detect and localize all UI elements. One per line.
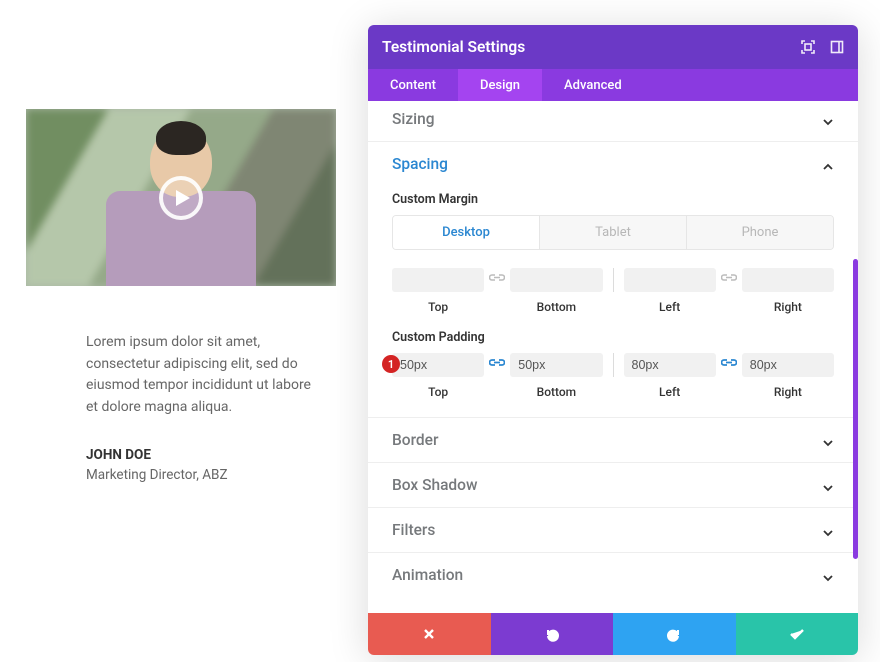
- padding-row: 1 Top Bottom Left: [392, 353, 834, 399]
- testimonial-role: Marketing Director, ABZ: [26, 463, 336, 483]
- label-bottom: Bottom: [537, 300, 577, 314]
- link-icon[interactable]: [718, 268, 740, 292]
- section-spacing[interactable]: Spacing: [368, 141, 858, 186]
- settings-panel: Testimonial Settings Content Design Adva…: [368, 25, 858, 655]
- cancel-button[interactable]: [368, 613, 491, 655]
- panel-body: Sizing Spacing Custom Margin Desktop Tab…: [368, 101, 858, 613]
- link-icon[interactable]: [486, 268, 508, 292]
- label-bottom: Bottom: [537, 385, 577, 399]
- label-right: Right: [774, 385, 802, 399]
- panel-title: Testimonial Settings: [382, 38, 525, 56]
- section-title-filters: Filters: [392, 521, 435, 539]
- chevron-down-icon: [822, 524, 834, 536]
- chevron-down-icon: [822, 113, 834, 125]
- chevron-down-icon: [822, 479, 834, 491]
- section-title-spacing: Spacing: [392, 155, 448, 173]
- margin-right-input[interactable]: [742, 268, 834, 292]
- margin-left-input[interactable]: [624, 268, 716, 292]
- padding-right-input[interactable]: [742, 353, 834, 377]
- custom-padding-label: Custom Padding: [392, 330, 834, 345]
- section-sizing[interactable]: Sizing: [368, 101, 858, 141]
- margin-bottom-input[interactable]: [510, 268, 602, 292]
- redo-button[interactable]: [613, 613, 736, 655]
- expand-icon[interactable]: [800, 40, 815, 55]
- custom-margin-label: Custom Margin: [392, 192, 834, 207]
- padding-top-input[interactable]: [392, 353, 484, 377]
- label-top: Top: [428, 385, 448, 399]
- chevron-down-icon: [822, 569, 834, 581]
- step-badge: 1: [382, 355, 400, 373]
- device-tabs: Desktop Tablet Phone: [392, 215, 834, 250]
- section-border[interactable]: Border: [368, 417, 858, 462]
- tab-advanced[interactable]: Advanced: [542, 69, 644, 101]
- margin-top-input[interactable]: [392, 268, 484, 292]
- label-left: Left: [659, 385, 680, 399]
- chevron-down-icon: [822, 434, 834, 446]
- spacing-controls: Custom Margin Desktop Tablet Phone Top B…: [368, 192, 858, 417]
- testimonial-author: JOHN DOE: [26, 419, 336, 463]
- link-icon[interactable]: [718, 353, 740, 377]
- chevron-up-icon: [822, 158, 834, 170]
- device-tab-tablet[interactable]: Tablet: [539, 216, 686, 249]
- testimonial-preview: Lorem ipsum dolor sit amet, consectetur …: [26, 109, 336, 483]
- save-button[interactable]: [736, 613, 859, 655]
- section-animation[interactable]: Animation: [368, 552, 858, 597]
- section-title-box-shadow: Box Shadow: [392, 476, 477, 494]
- section-title-sizing: Sizing: [392, 110, 435, 128]
- section-title-border: Border: [392, 431, 438, 449]
- padding-left-input[interactable]: [624, 353, 716, 377]
- device-tab-desktop[interactable]: Desktop: [393, 216, 539, 249]
- label-top: Top: [428, 300, 448, 314]
- tab-design[interactable]: Design: [458, 69, 542, 101]
- testimonial-photo: [26, 109, 336, 286]
- undo-button[interactable]: [491, 613, 614, 655]
- device-tab-phone[interactable]: Phone: [686, 216, 833, 249]
- testimonial-body: Lorem ipsum dolor sit amet, consectetur …: [26, 286, 336, 419]
- label-left: Left: [659, 300, 680, 314]
- link-icon[interactable]: [486, 353, 508, 377]
- margin-row: Top Bottom Left: [392, 268, 834, 314]
- tab-content[interactable]: Content: [368, 69, 458, 101]
- panel-tabs: Content Design Advanced: [368, 69, 858, 101]
- panel-header[interactable]: Testimonial Settings: [368, 25, 858, 69]
- section-title-animation: Animation: [392, 566, 463, 584]
- padding-bottom-input[interactable]: [510, 353, 602, 377]
- play-button[interactable]: [159, 176, 203, 220]
- snap-icon[interactable]: [829, 40, 844, 55]
- panel-footer: [368, 613, 858, 655]
- section-filters[interactable]: Filters: [368, 507, 858, 552]
- scrollbar[interactable]: [853, 259, 858, 559]
- section-box-shadow[interactable]: Box Shadow: [368, 462, 858, 507]
- label-right: Right: [774, 300, 802, 314]
